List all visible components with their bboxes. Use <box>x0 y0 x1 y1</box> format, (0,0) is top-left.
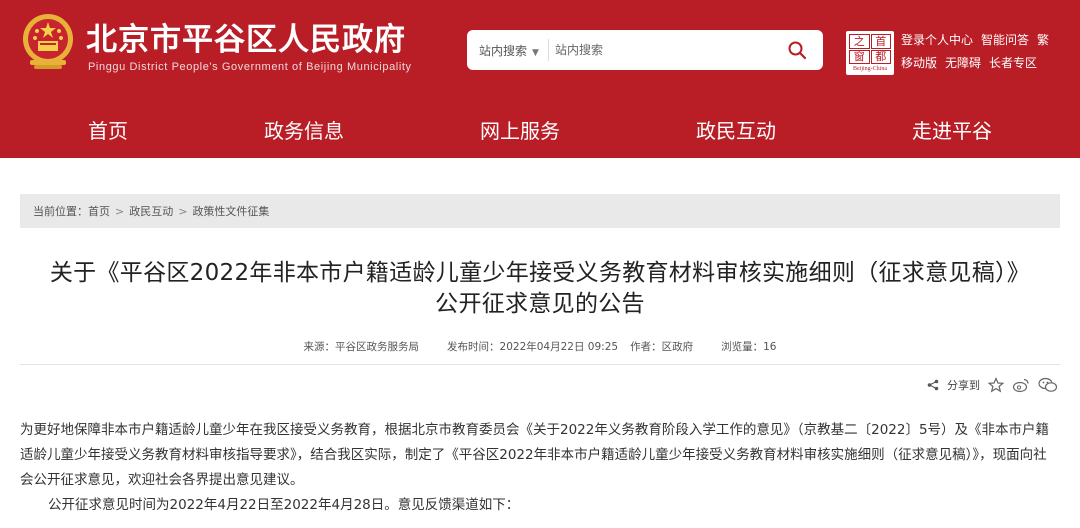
breadcrumb-separator: > <box>178 204 188 218</box>
traditional-chinese-link[interactable]: 繁 <box>1037 31 1049 48</box>
breadcrumb-prefix: 当前位置： <box>33 205 88 218</box>
capital-logo-char: 都 <box>870 49 891 64</box>
breadcrumb-interaction[interactable]: 政民互动 <box>129 203 173 219</box>
capital-logo-grid: 之 首 窗 都 <box>849 34 891 64</box>
capital-window-logo[interactable]: 之 首 窗 都 Beijing-China <box>846 31 894 75</box>
caret-down-icon: ▼ <box>532 48 539 58</box>
header-topbar: 北京市平谷区人民政府 Pinggu District People's Gove… <box>0 0 1080 100</box>
article-meta: 来源：平谷区政务服务局 发布时间：2022年04月22日 09:25 作者：区政… <box>20 339 1060 354</box>
nav-item-about-pinggu[interactable]: 走进平谷 <box>884 104 1020 158</box>
site-header: 北京市平谷区人民政府 Pinggu District People's Gove… <box>0 0 1080 158</box>
article-paragraph: 公开征求意见时间为2022年4月22日至2022年4月28日。意见反馈渠道如下： <box>48 497 520 513</box>
search-icon[interactable] <box>785 38 809 62</box>
capital-logo-english: Beijing-China <box>853 66 887 72</box>
site-title-english: Pinggu District People's Government of B… <box>88 61 412 73</box>
site-title[interactable]: 北京市平谷区人民政府 <box>86 14 406 59</box>
capital-logo-char: 首 <box>870 34 891 49</box>
login-link[interactable]: 登录 <box>901 31 925 48</box>
nav-item-gov-info[interactable]: 政务信息 <box>236 104 372 158</box>
article-body: 为更好地保障非本市户籍适龄儿童少年在我区接受义务教育，根据北京市教育委员会《关于… <box>20 418 1060 518</box>
share-label: 分享到 <box>947 379 980 392</box>
breadcrumb: 当前位置： 首页 > 政民互动 > 政策性文件征集 <box>20 194 1060 228</box>
search-input[interactable] <box>555 39 775 61</box>
meta-author: 作者：区政府 <box>630 341 694 353</box>
share-icon <box>927 379 939 391</box>
share-bar: 分享到 <box>927 377 1058 393</box>
smart-qa-link[interactable]: 智能问答 <box>981 31 1029 48</box>
search-box: 站内搜索 ▼ <box>467 30 823 70</box>
user-center-link[interactable]: 个人中心 <box>925 31 973 48</box>
star-icon[interactable] <box>988 377 1004 393</box>
main-nav: 首页 政务信息 网上服务 政民互动 走进平谷 <box>0 104 1080 158</box>
capital-logo-char: 之 <box>849 34 870 49</box>
nav-item-online-service[interactable]: 网上服务 <box>452 104 588 158</box>
article-title-line: 关于《平谷区2022年非本市户籍适龄儿童少年接受义务教育材料审核实施细则（征求意… <box>49 260 1031 286</box>
quick-links: 登录 个人中心 智能问答 繁 移动版 无障碍 长者专区 <box>901 31 1071 77</box>
search-divider <box>548 39 549 61</box>
wechat-icon[interactable] <box>1038 377 1058 393</box>
meta-published: 发布时间：2022年04月22日 09:25 <box>447 341 619 353</box>
article-paragraph: 为更好地保障非本市户籍适龄儿童少年在我区接受义务教育，根据北京市教育委员会《关于… <box>20 422 1050 488</box>
national-emblem-icon[interactable] <box>20 12 76 72</box>
mobile-version-link[interactable]: 移动版 <box>901 54 937 71</box>
meta-source: 来源：平谷区政务服务局 <box>303 341 420 353</box>
meta-views: 浏览量：16 <box>721 341 777 353</box>
meta-divider <box>20 364 1060 365</box>
weibo-icon[interactable] <box>1012 377 1030 393</box>
nav-item-interaction[interactable]: 政民互动 <box>668 104 804 158</box>
breadcrumb-home[interactable]: 首页 <box>88 203 110 219</box>
search-scope-dropdown[interactable]: 站内搜索 ▼ <box>479 42 539 59</box>
breadcrumb-separator: > <box>115 204 125 218</box>
article-title: 关于《平谷区2022年非本市户籍适龄儿童少年接受义务教育材料审核实施细则（征求意… <box>20 258 1060 320</box>
quick-links-row: 移动版 无障碍 长者专区 <box>901 54 1071 71</box>
capital-logo-char: 窗 <box>849 49 870 64</box>
accessibility-link[interactable]: 无障碍 <box>945 54 981 71</box>
breadcrumb-policy-collection[interactable]: 政策性文件征集 <box>192 203 269 219</box>
article-title-line: 公开征求意见的公告 <box>435 291 645 317</box>
senior-zone-link[interactable]: 长者专区 <box>989 54 1037 71</box>
search-scope-label: 站内搜索 <box>479 44 528 58</box>
quick-links-row: 登录 个人中心 智能问答 繁 <box>901 31 1071 48</box>
nav-item-home[interactable]: 首页 <box>60 104 156 158</box>
